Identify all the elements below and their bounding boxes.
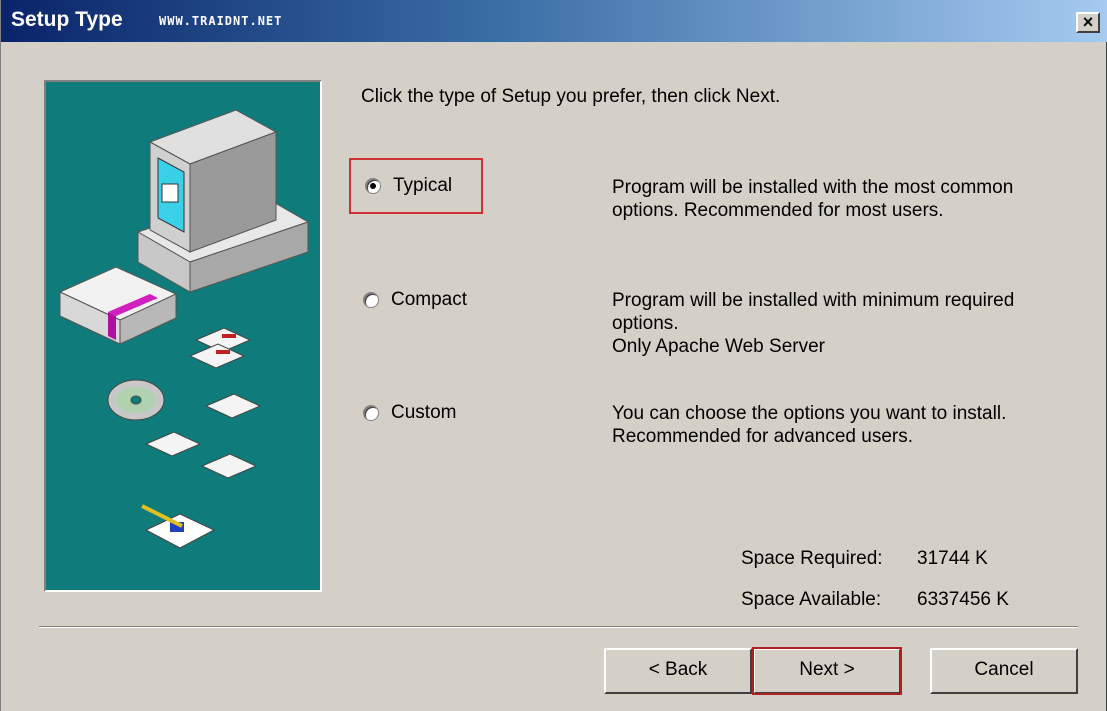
space-available-label: Space Available: [741,589,882,610]
custom-desc-line-1: You can choose the options you want to i… [612,403,1007,424]
typical-radio-option[interactable]: Typical [349,158,483,214]
window-subtitle: WWW.TRAIDNT.NET [159,14,283,28]
space-available-row: Space Available: 6337456 K [741,589,1009,611]
instruction-text: Click the type of Setup you prefer, then… [361,86,781,107]
custom-label: Custom [391,402,457,423]
custom-radio-button[interactable] [363,405,379,421]
title-bar[interactable]: Setup Type WWW.TRAIDNT.NET × [1,0,1107,42]
close-icon: × [1082,12,1094,32]
compact-desc-line-2: options. [612,313,679,334]
compact-radio-option[interactable]: Compact [349,272,483,328]
typical-radio-button[interactable] [365,178,381,194]
typical-desc-line-1: Program will be installed with the most … [612,177,1014,198]
custom-description: You can choose the options you want to i… [612,402,1072,448]
radio-selected-dot [370,183,376,189]
compact-label: Compact [391,289,468,310]
typical-description: Program will be installed with the most … [612,176,1072,222]
setup-illustration [44,80,322,592]
cancel-button[interactable]: Cancel [930,648,1078,694]
next-button[interactable]: Next > [752,647,902,695]
space-required-value: 31744 K [917,548,988,569]
typical-label: Typical [393,175,453,196]
button-divider [39,626,1078,628]
space-required-row: Space Required: 31744 K [741,548,988,570]
setup-type-window: Setup Type WWW.TRAIDNT.NET × Click the t… [0,0,1107,711]
space-required-label: Space Required: [741,548,883,569]
computer-disks-illustration [58,109,310,549]
compact-desc-line-1: Program will be installed with minimum r… [612,290,1015,311]
custom-desc-line-2: Recommended for advanced users. [612,426,913,447]
close-button[interactable]: × [1076,12,1100,33]
compact-desc-line-3: Only Apache Web Server [612,336,825,357]
back-button[interactable]: < Back [604,648,752,694]
custom-radio-option[interactable]: Custom [349,385,483,441]
compact-description: Program will be installed with minimum r… [612,289,1072,358]
typical-desc-line-2: options. Recommended for most users. [612,200,944,221]
window-title: Setup Type [11,8,123,31]
compact-radio-button[interactable] [363,292,379,308]
space-available-value: 6337456 K [917,589,1009,610]
